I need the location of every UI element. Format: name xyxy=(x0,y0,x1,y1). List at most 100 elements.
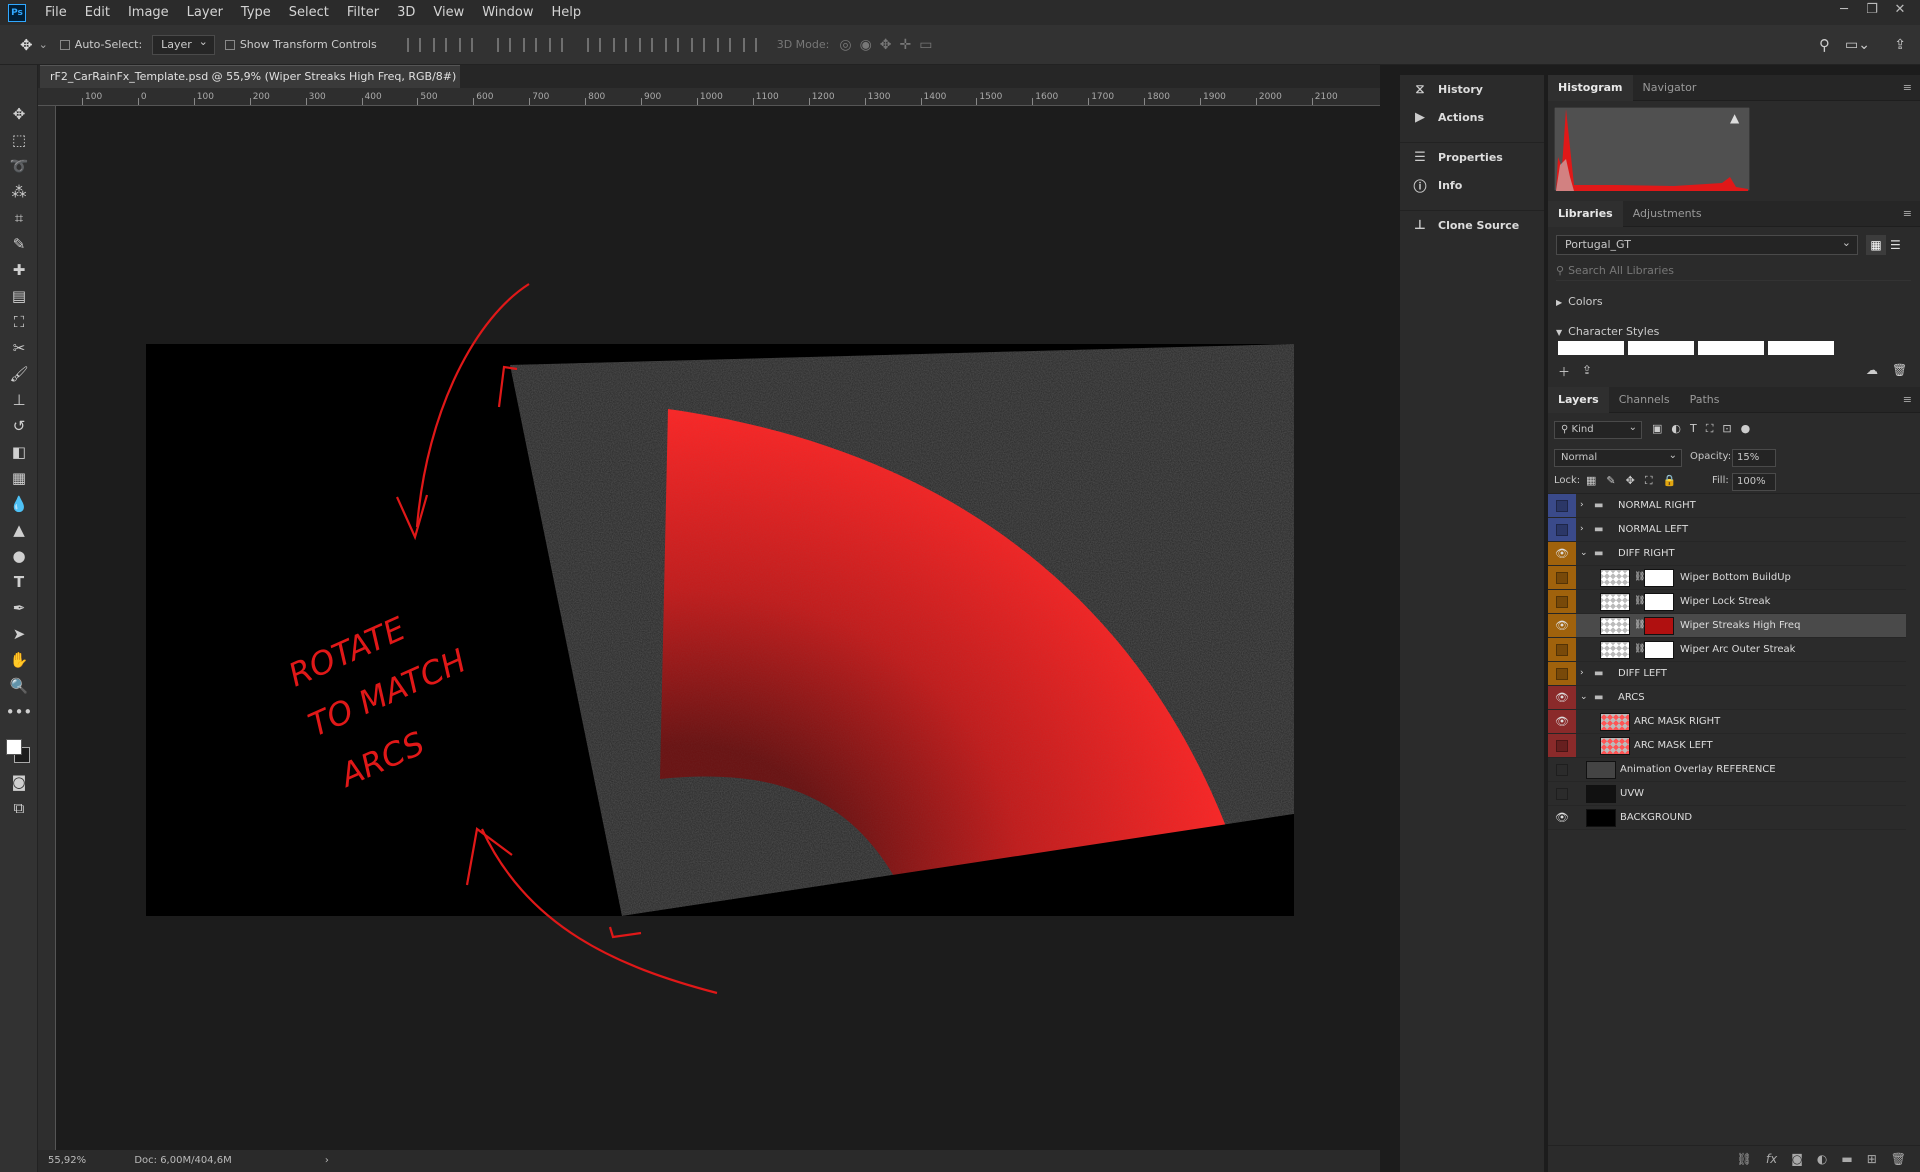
section-character-styles[interactable]: ▼ Character Styles xyxy=(1556,325,1659,338)
lasso-tool-icon[interactable]: ➰ xyxy=(0,153,38,179)
layer-thumbnail[interactable] xyxy=(1600,569,1630,587)
blend-mode-select[interactable]: Normal ⌄ xyxy=(1554,449,1682,467)
align-top-icon[interactable] xyxy=(406,37,421,52)
menu-view[interactable]: View xyxy=(424,0,473,25)
tab-adjustments[interactable]: Adjustments xyxy=(1623,201,1712,227)
zoom-level[interactable]: 55,92% xyxy=(48,1155,86,1166)
share-icon[interactable]: ⇪ xyxy=(1894,37,1906,53)
mask-thumbnail[interactable] xyxy=(1644,569,1674,587)
eye-icon[interactable]: 👁 xyxy=(1548,710,1576,733)
move-tool-icon[interactable]: ✥ xyxy=(20,36,33,54)
layer-row[interactable]: › ▬ NORMAL LEFT xyxy=(1548,518,1906,542)
crop-tool-icon[interactable]: ⌗ xyxy=(0,205,38,231)
visibility-toggle[interactable] xyxy=(1548,782,1576,805)
warning-icon[interactable]: ▲ xyxy=(1730,111,1739,125)
visibility-toggle[interactable] xyxy=(1548,590,1576,613)
tab-paths[interactable]: Paths xyxy=(1680,387,1730,413)
layer-row[interactable]: › ▬ DIFF LEFT xyxy=(1548,662,1906,686)
menu-type[interactable]: Type xyxy=(232,0,280,25)
visibility-toggle[interactable] xyxy=(1548,494,1576,517)
blur-tool-icon[interactable]: 💧 xyxy=(0,491,38,517)
upload-icon[interactable]: ⇪ xyxy=(1582,363,1592,377)
distribute-right-icon[interactable] xyxy=(716,37,731,52)
layer-thumbnail[interactable] xyxy=(1600,593,1630,611)
layer-thumbnail[interactable] xyxy=(1586,809,1616,827)
tab-navigator[interactable]: Navigator xyxy=(1633,75,1707,101)
layer-row[interactable]: 👁 ⌄ ▬ ARCS xyxy=(1548,686,1906,710)
scissors-tool-icon[interactable]: ✂ xyxy=(0,335,38,361)
trash-icon[interactable]: 🗑 xyxy=(1892,363,1907,377)
layer-thumbnail[interactable] xyxy=(1586,761,1616,779)
visibility-toggle[interactable] xyxy=(1548,734,1576,757)
eye-icon[interactable]: 👁 xyxy=(1548,542,1576,565)
layer-row[interactable]: 👁 ARC MASK RIGHT xyxy=(1548,710,1906,734)
align-vcenter-icon[interactable] xyxy=(432,37,447,52)
layer-row[interactable]: 👁 ⛓ Wiper Streaks High Freq xyxy=(1548,614,1906,638)
magic-wand-tool-icon[interactable]: ⁂ xyxy=(0,179,38,205)
foreground-color-swatch[interactable] xyxy=(6,739,22,755)
dodge-tool-icon[interactable]: ● xyxy=(0,543,38,569)
ruler-tool-icon[interactable]: ▤ xyxy=(0,283,38,309)
brush-tool-icon[interactable]: 🖌 xyxy=(0,361,38,387)
distribute-bottom-icon[interactable] xyxy=(638,37,653,52)
fill-input[interactable]: 100% xyxy=(1732,473,1776,491)
layer-thumbnail[interactable] xyxy=(1600,641,1630,659)
distribute-top-icon[interactable] xyxy=(586,37,601,52)
panel-history[interactable]: ⧖ History xyxy=(1400,75,1544,103)
history-brush-tool-icon[interactable]: ↺ xyxy=(0,413,38,439)
layer-row[interactable]: › ▬ NORMAL RIGHT xyxy=(1548,494,1906,518)
distribute-vcenter-icon[interactable] xyxy=(612,37,627,52)
menu-select[interactable]: Select xyxy=(280,0,338,25)
align-hcenter-icon[interactable] xyxy=(522,37,537,52)
restore-icon[interactable]: ❐ xyxy=(1858,0,1886,20)
3d-mode-icons[interactable]: ◎◉✥✛▭ xyxy=(839,37,940,53)
workspace-icon[interactable]: ▭⌄ xyxy=(1845,37,1870,53)
lock-icons[interactable]: ▦✎✥⛶🔒 xyxy=(1586,474,1686,488)
library-search[interactable]: ⚲ Search All Libraries xyxy=(1556,261,1911,281)
panel-properties[interactable]: ☰ Properties xyxy=(1400,143,1544,171)
add-icon[interactable]: ＋ xyxy=(1558,363,1570,380)
menu-file[interactable]: File xyxy=(36,0,76,25)
layer-row[interactable]: 👁 ⌄ ▬ DIFF RIGHT xyxy=(1548,542,1906,566)
layer-thumbnail[interactable] xyxy=(1600,617,1630,635)
minimize-icon[interactable]: ─ xyxy=(1830,0,1858,20)
hand-tool-icon[interactable]: ✋ xyxy=(0,647,38,673)
layer-row[interactable]: ARC MASK LEFT xyxy=(1548,734,1906,758)
link-icon[interactable]: ⛓ xyxy=(1737,1152,1752,1166)
chevron-down-icon[interactable]: ⌄ xyxy=(1580,542,1588,565)
mask-icon[interactable]: ◙ xyxy=(1791,1152,1803,1166)
move-tool-icon[interactable]: ✥ xyxy=(0,101,38,127)
eye-icon[interactable]: 👁 xyxy=(1548,806,1576,829)
trash-icon[interactable]: 🗑 xyxy=(1891,1152,1906,1166)
panel-info[interactable]: ⓘ Info xyxy=(1400,171,1544,199)
section-colors[interactable]: ▶ Colors xyxy=(1556,295,1603,308)
panel-clone-source[interactable]: ⊥ Clone Source xyxy=(1400,211,1544,239)
path-select-tool-icon[interactable]: ➤ xyxy=(0,621,38,647)
eyedropper-tool-icon[interactable]: ✎ xyxy=(0,231,38,257)
sharpen-tool-icon[interactable]: ▲ xyxy=(0,517,38,543)
auto-select-dropdown[interactable]: Layer xyxy=(152,33,215,55)
auto-align-icon[interactable] xyxy=(742,37,757,52)
chevron-right-icon[interactable]: › xyxy=(1580,518,1584,541)
gradient-tool-icon[interactable]: ▦ xyxy=(0,465,38,491)
eye-icon[interactable]: 👁 xyxy=(1548,686,1576,709)
layer-row[interactable]: 👁 BACKGROUND xyxy=(1548,806,1906,830)
adjustment-icon[interactable]: ◐ xyxy=(1817,1152,1827,1166)
menu-help[interactable]: Help xyxy=(543,0,591,25)
mask-thumbnail[interactable] xyxy=(1644,593,1674,611)
character-style-swatch[interactable] xyxy=(1558,341,1624,355)
canvas-area[interactable]: ROTATE TO MATCH ARCS xyxy=(57,107,1380,1150)
visibility-toggle[interactable] xyxy=(1548,638,1576,661)
align-left-icon[interactable] xyxy=(496,37,511,52)
quick-mask-icon[interactable]: ◙ xyxy=(0,769,38,795)
panel-menu-icon[interactable]: ≡ xyxy=(1903,207,1912,220)
distribute-left-icon[interactable] xyxy=(664,37,679,52)
tab-channels[interactable]: Channels xyxy=(1609,387,1680,413)
menu-layer[interactable]: Layer xyxy=(178,0,232,25)
distribute-hcenter-icon[interactable] xyxy=(690,37,705,52)
layer-row[interactable]: UVW xyxy=(1548,782,1906,806)
layer-filter-icons[interactable]: ▣◐T⛶⊡● xyxy=(1652,422,1759,436)
search-icon[interactable]: ⚲ xyxy=(1819,36,1830,54)
menu-filter[interactable]: Filter xyxy=(338,0,388,25)
layer-thumbnail[interactable] xyxy=(1586,785,1616,803)
